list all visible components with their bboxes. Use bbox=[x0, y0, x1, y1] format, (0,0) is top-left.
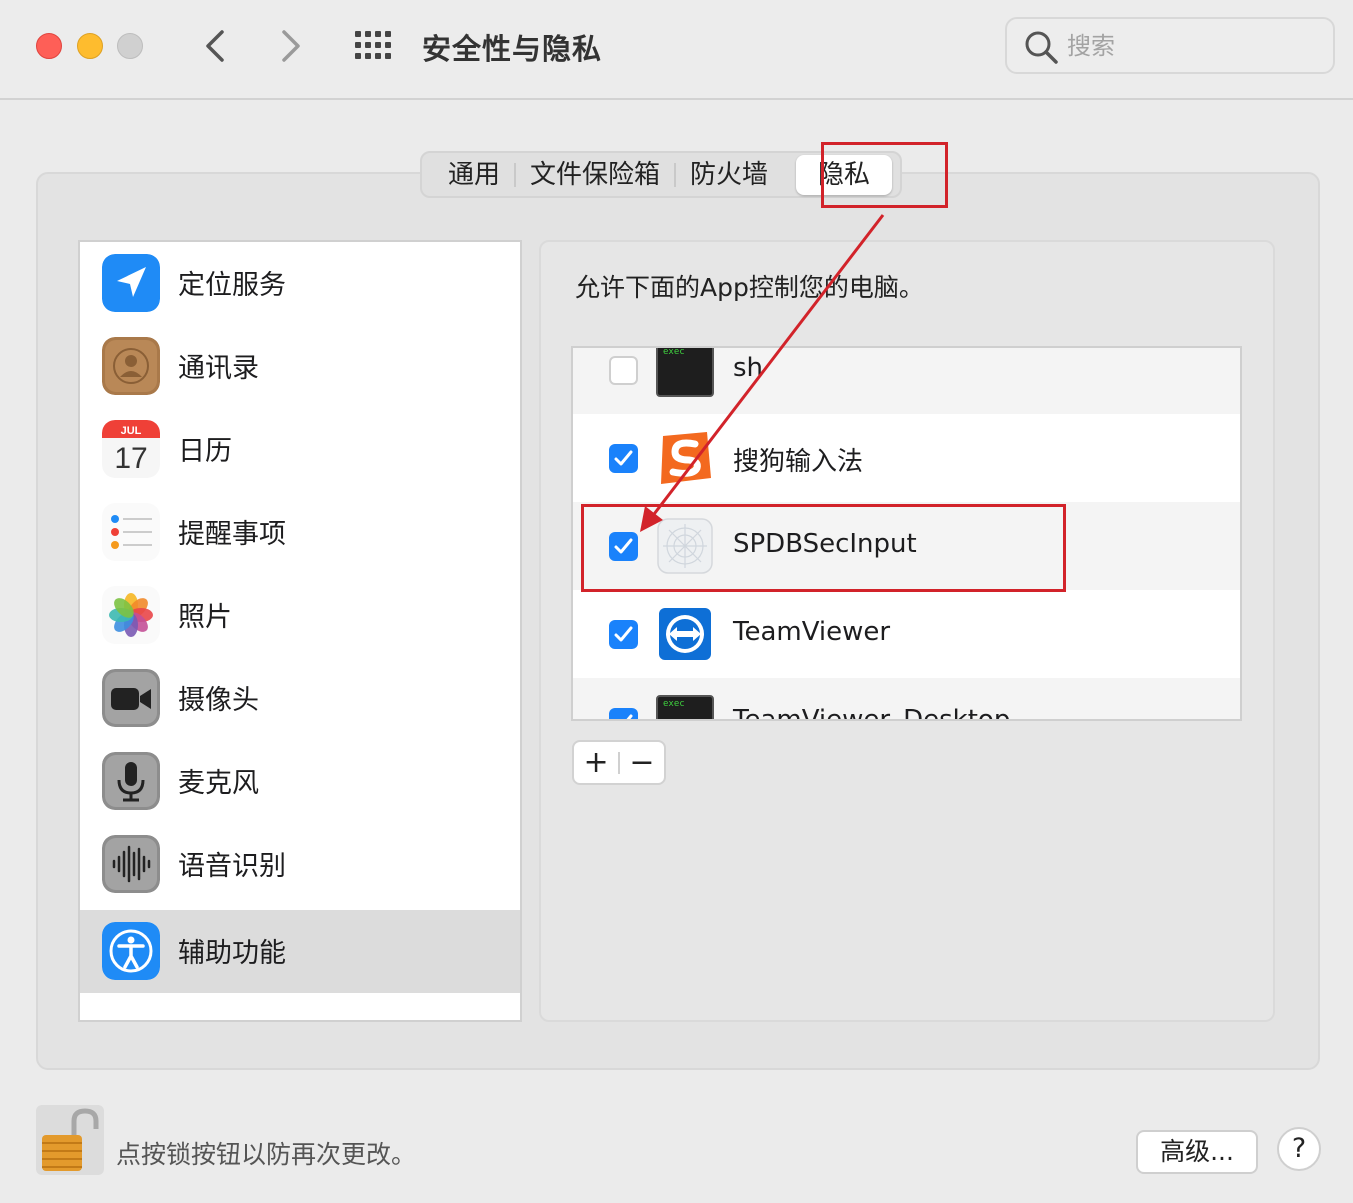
sidebar-item-contacts[interactable]: 通讯录 bbox=[80, 325, 520, 408]
sidebar-item-reminders[interactable]: 提醒事项 bbox=[80, 491, 520, 574]
search-input[interactable] bbox=[1067, 29, 1317, 63]
sidebar-item-label: 提醒事项 bbox=[178, 519, 286, 550]
minimize-window-button[interactable] bbox=[77, 33, 103, 59]
accessibility-icon bbox=[102, 922, 160, 980]
search-field[interactable] bbox=[1005, 17, 1335, 74]
help-button[interactable]: ? bbox=[1277, 1127, 1321, 1171]
zoom-window-button[interactable] bbox=[117, 33, 143, 59]
sidebar-item-label: 语音识别 bbox=[178, 851, 286, 882]
sidebar-item-label: 摄像头 bbox=[178, 685, 259, 716]
advanced-button[interactable]: 高级... bbox=[1136, 1130, 1258, 1174]
sidebar-item-label: 定位服务 bbox=[178, 270, 286, 301]
unlocked-padlock-icon bbox=[42, 1108, 99, 1171]
sidebar-item-label: 辅助功能 bbox=[178, 938, 286, 969]
app-row-teamviewer[interactable]: TeamViewer bbox=[573, 590, 1240, 678]
chevron-left-icon bbox=[206, 30, 224, 62]
show-all-button[interactable] bbox=[354, 29, 394, 63]
exec-label: exec bbox=[663, 347, 685, 357]
sidebar-item-calendar[interactable]: JUL 17 日历 bbox=[80, 408, 520, 491]
sidebar-item-camera[interactable]: 摄像头 bbox=[80, 657, 520, 740]
app-row-sh[interactable]: exec sh bbox=[573, 347, 1240, 414]
privacy-tab-annotation-box bbox=[821, 142, 948, 208]
exec-terminal-icon: exec bbox=[655, 692, 715, 719]
close-window-button[interactable] bbox=[36, 33, 62, 59]
sidebar-item-location-services[interactable]: 定位服务 bbox=[80, 242, 520, 325]
app-row-teamviewer-desktop[interactable]: exec TeamViewer_Desktop bbox=[573, 678, 1240, 721]
permission-description: 允许下面的App控制您的电脑。 bbox=[575, 273, 924, 302]
sidebar-item-label: 通讯录 bbox=[178, 353, 259, 384]
sidebar-item-photos[interactable]: 照片 bbox=[80, 574, 520, 657]
app-name: 搜狗输入法 bbox=[733, 447, 864, 477]
app-checkbox[interactable] bbox=[609, 620, 638, 649]
checkmark-icon bbox=[614, 626, 633, 642]
chevron-right-icon bbox=[282, 30, 300, 62]
sidebar-item-label: 麦克风 bbox=[178, 768, 259, 799]
tab-filevault[interactable]: 文件保险箱 bbox=[516, 155, 674, 195]
grid-icon bbox=[355, 31, 391, 59]
checkmark-icon bbox=[626, 714, 633, 719]
checkmark-icon bbox=[614, 450, 633, 466]
sidebar-item-label: 照片 bbox=[178, 602, 232, 633]
add-app-button[interactable]: + bbox=[574, 742, 618, 783]
app-checkbox[interactable] bbox=[609, 708, 638, 719]
location-icon bbox=[102, 254, 160, 312]
back-button[interactable] bbox=[196, 24, 236, 68]
lock-button[interactable] bbox=[36, 1105, 104, 1175]
tab-general[interactable]: 通用 bbox=[434, 155, 514, 195]
exec-terminal-icon: exec bbox=[655, 347, 715, 400]
teamviewer-icon bbox=[655, 604, 715, 664]
app-name: sh bbox=[733, 353, 764, 383]
app-name: TeamViewer bbox=[733, 617, 891, 647]
exec-label: exec bbox=[663, 699, 685, 709]
app-checkbox[interactable] bbox=[609, 444, 638, 473]
speech-recognition-icon bbox=[102, 835, 160, 893]
photos-icon bbox=[102, 586, 160, 644]
add-remove-control: + − bbox=[572, 740, 666, 785]
sogou-input-icon bbox=[655, 428, 715, 488]
contacts-icon bbox=[102, 337, 160, 395]
reminders-icon bbox=[102, 503, 160, 561]
calendar-day-text: 17 bbox=[114, 442, 147, 475]
sidebar-item-speech-recognition[interactable]: 语音识别 bbox=[80, 823, 520, 906]
lock-hint-text: 点按锁按钮以防再次更改。 bbox=[116, 1140, 417, 1169]
sidebar-item-label: 日历 bbox=[178, 436, 232, 467]
remove-app-button[interactable]: − bbox=[620, 742, 664, 783]
title-bar: 安全性与隐私 bbox=[0, 0, 1353, 100]
calendar-month-text: JUL bbox=[121, 425, 142, 437]
privacy-category-list[interactable]: 定位服务 通讯录 JUL 17 日历 提醒事项 照片 摄像头 麦克风 语音识别 … bbox=[78, 240, 522, 1022]
app-name: TeamViewer_Desktop bbox=[733, 705, 1011, 721]
spdbsecinput-annotation-box bbox=[581, 504, 1066, 592]
window-title: 安全性与隐私 bbox=[422, 32, 603, 66]
sidebar-item-accessibility[interactable]: 辅助功能 bbox=[80, 910, 520, 993]
tab-firewall[interactable]: 防火墙 bbox=[676, 155, 782, 195]
forward-button[interactable] bbox=[270, 24, 310, 68]
search-icon bbox=[1025, 31, 1058, 64]
app-row-sogou[interactable]: 搜狗输入法 bbox=[573, 414, 1240, 502]
sidebar-item-microphone[interactable]: 麦克风 bbox=[80, 740, 520, 823]
camera-icon bbox=[102, 669, 160, 727]
calendar-icon: JUL 17 bbox=[102, 420, 160, 478]
app-checkbox[interactable] bbox=[609, 356, 638, 385]
microphone-icon bbox=[102, 752, 160, 810]
